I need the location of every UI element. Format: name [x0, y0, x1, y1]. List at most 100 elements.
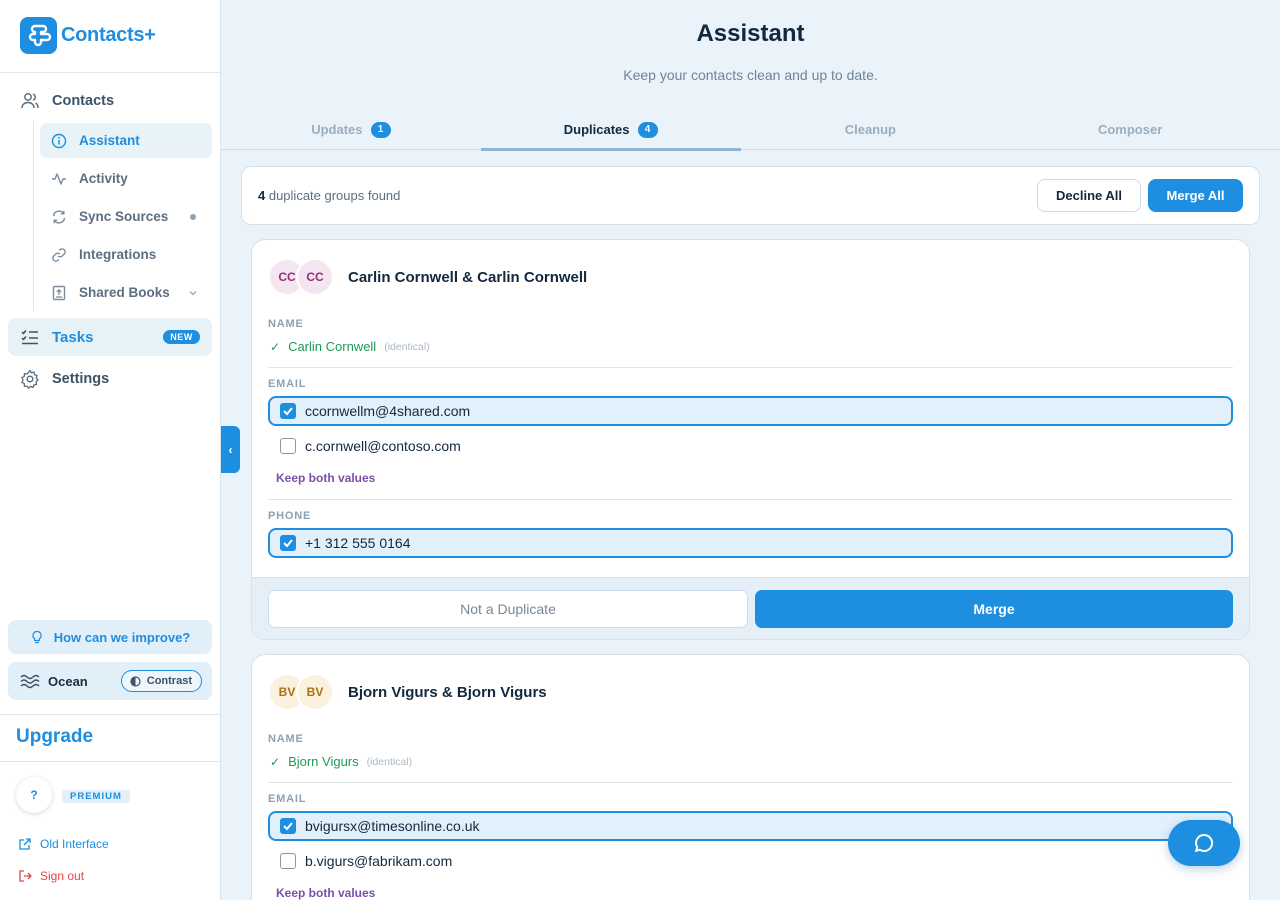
sidebar-item-label: Contacts: [52, 93, 115, 109]
checkbox-checked[interactable]: [280, 818, 296, 834]
email-option[interactable]: b.vigurs@fabrikam.com: [268, 846, 1233, 876]
name-value-text: Bjorn Vigurs: [288, 754, 359, 769]
chat-bubble-icon: [1195, 833, 1213, 852]
tasks-icon: [21, 330, 38, 345]
section-divider: [268, 499, 1233, 500]
sidebar-divider: [0, 72, 220, 73]
plan-badge: PREMIUM: [62, 790, 130, 803]
app-logo[interactable]: Contacts+: [20, 17, 156, 54]
merge-all-button[interactable]: Merge All: [1148, 179, 1243, 212]
check-icon: ✓: [270, 754, 281, 769]
email-value: c.cornwell@contoso.com: [305, 438, 461, 454]
tab-cleanup[interactable]: Cleanup: [741, 110, 1001, 149]
avatar: CC: [296, 258, 334, 296]
checkbox-unchecked[interactable]: [280, 438, 296, 454]
upgrade-link[interactable]: Upgrade: [16, 726, 93, 748]
sidebar-item-label: Sync Sources: [79, 209, 169, 224]
duplicate-summary-text: 4 duplicate groups found: [258, 188, 400, 203]
tab-updates[interactable]: Updates 1: [221, 110, 481, 149]
sidebar-item-integrations[interactable]: Integrations: [40, 237, 212, 272]
email-option[interactable]: bvigursx@timesonline.co.uk: [268, 811, 1233, 841]
keep-both-link[interactable]: Keep both values: [276, 471, 375, 485]
keep-both-link[interactable]: Keep both values: [276, 886, 375, 900]
page-title: Assistant: [696, 20, 805, 47]
decline-all-button[interactable]: Decline All: [1037, 179, 1141, 212]
sidebar-divider: [0, 761, 220, 762]
duplicate-group-card: CC CC Carlin Cornwell & Carlin Cornwell …: [251, 239, 1250, 640]
tab-composer[interactable]: Composer: [1000, 110, 1260, 149]
chat-button[interactable]: [1168, 820, 1240, 866]
name-section-label: NAME: [268, 733, 304, 745]
contrast-label: Contrast: [146, 675, 192, 687]
chevron-down-icon[interactable]: [188, 288, 198, 298]
tab-label: Updates: [311, 122, 363, 137]
name-value-text: Carlin Cornwell: [288, 339, 377, 354]
sidebar: Contacts+ Contacts Assistant Activity Sy…: [0, 0, 221, 900]
tab-count-badge: 1: [370, 121, 391, 138]
sync-status-dot: [190, 213, 196, 220]
avatar: BV: [296, 673, 334, 711]
tab-duplicates[interactable]: Duplicates 4: [480, 110, 741, 151]
phone-option[interactable]: +1 312 555 0164: [268, 528, 1233, 558]
sidebar-item-label: Integrations: [79, 247, 157, 262]
email-value: b.vigurs@fabrikam.com: [305, 853, 453, 869]
sign-out-link[interactable]: Sign out: [18, 869, 84, 883]
external-link-icon: [19, 838, 31, 850]
sidebar-item-contacts[interactable]: Contacts: [8, 84, 212, 118]
sidebar-item-settings[interactable]: Settings: [8, 362, 212, 396]
email-section-label: EMAIL: [268, 793, 307, 805]
theme-name: Ocean: [48, 673, 88, 689]
email-option[interactable]: c.cornwell@contoso.com: [268, 431, 1233, 461]
duplicate-summary-bar: 4 duplicate groups found Decline All Mer…: [241, 166, 1260, 225]
link-icon: [52, 247, 66, 262]
tab-label: Duplicates: [563, 122, 630, 137]
sidebar-item-label: Assistant: [79, 133, 140, 148]
collapse-sidebar-button[interactable]: ‹: [221, 426, 240, 473]
checkbox-checked[interactable]: [280, 403, 296, 419]
tab-count-badge: 4: [637, 121, 658, 138]
phone-value: +1 312 555 0164: [305, 535, 411, 551]
info-circle-icon: [51, 133, 67, 148]
name-value: ✓ Carlin Cornwell (identical): [270, 339, 430, 354]
section-divider: [268, 782, 1233, 783]
avatar[interactable]: ?: [16, 777, 52, 813]
sign-out-label: Sign out: [40, 869, 85, 883]
new-badge: NEW: [163, 330, 200, 344]
checkbox-unchecked[interactable]: [280, 853, 296, 869]
email-value: bvigursx@timesonline.co.uk: [305, 818, 480, 834]
identical-note: (identical): [384, 340, 430, 353]
sidebar-item-tasks[interactable]: Tasks NEW: [8, 318, 212, 356]
activity-icon: [52, 172, 66, 185]
name-value: ✓ Bjorn Vigurs (identical): [270, 754, 412, 769]
sidebar-item-label: Tasks: [52, 328, 94, 346]
not-duplicate-button[interactable]: Not a Duplicate: [268, 590, 748, 628]
sidebar-item-sync-sources[interactable]: Sync Sources: [40, 199, 212, 234]
feedback-button[interactable]: How can we improve?: [8, 620, 212, 654]
page-subtitle: Keep your contacts clean and up to date.: [623, 67, 878, 83]
theme-switcher[interactable]: Ocean Contrast: [8, 662, 212, 700]
contrast-toggle[interactable]: Contrast: [120, 670, 202, 692]
sidebar-item-shared-books[interactable]: Shared Books: [40, 275, 212, 310]
sign-out-icon: [19, 870, 32, 882]
sidebar-item-assistant[interactable]: Assistant: [40, 123, 212, 158]
duplicate-group-card: BV BV Bjorn Vigurs & Bjorn Vigurs NAME ✓…: [251, 654, 1250, 900]
gear-icon: [21, 369, 39, 389]
email-section-label: EMAIL: [268, 378, 307, 390]
checkbox-checked[interactable]: [280, 535, 296, 551]
phone-section-label: PHONE: [268, 510, 312, 522]
identical-note: (identical): [366, 755, 413, 768]
old-interface-link[interactable]: Old Interface: [18, 837, 109, 851]
book-icon: [52, 285, 66, 300]
email-value: ccornwellm@4shared.com: [305, 403, 471, 419]
sidebar-item-activity[interactable]: Activity: [40, 161, 212, 196]
name-section-label: NAME: [268, 318, 304, 330]
waves-icon: [20, 674, 40, 689]
sync-icon: [52, 209, 66, 224]
email-option[interactable]: ccornwellm@4shared.com: [268, 396, 1233, 426]
merge-button[interactable]: Merge: [755, 590, 1233, 628]
sidebar-item-label: Settings: [52, 371, 110, 387]
sidebar-item-label: Shared Books: [79, 285, 170, 300]
old-interface-label: Old Interface: [40, 837, 109, 851]
feedback-label: How can we improve?: [53, 629, 191, 645]
tab-bar: Updates 1 Duplicates 4 Cleanup Composer: [221, 110, 1280, 151]
